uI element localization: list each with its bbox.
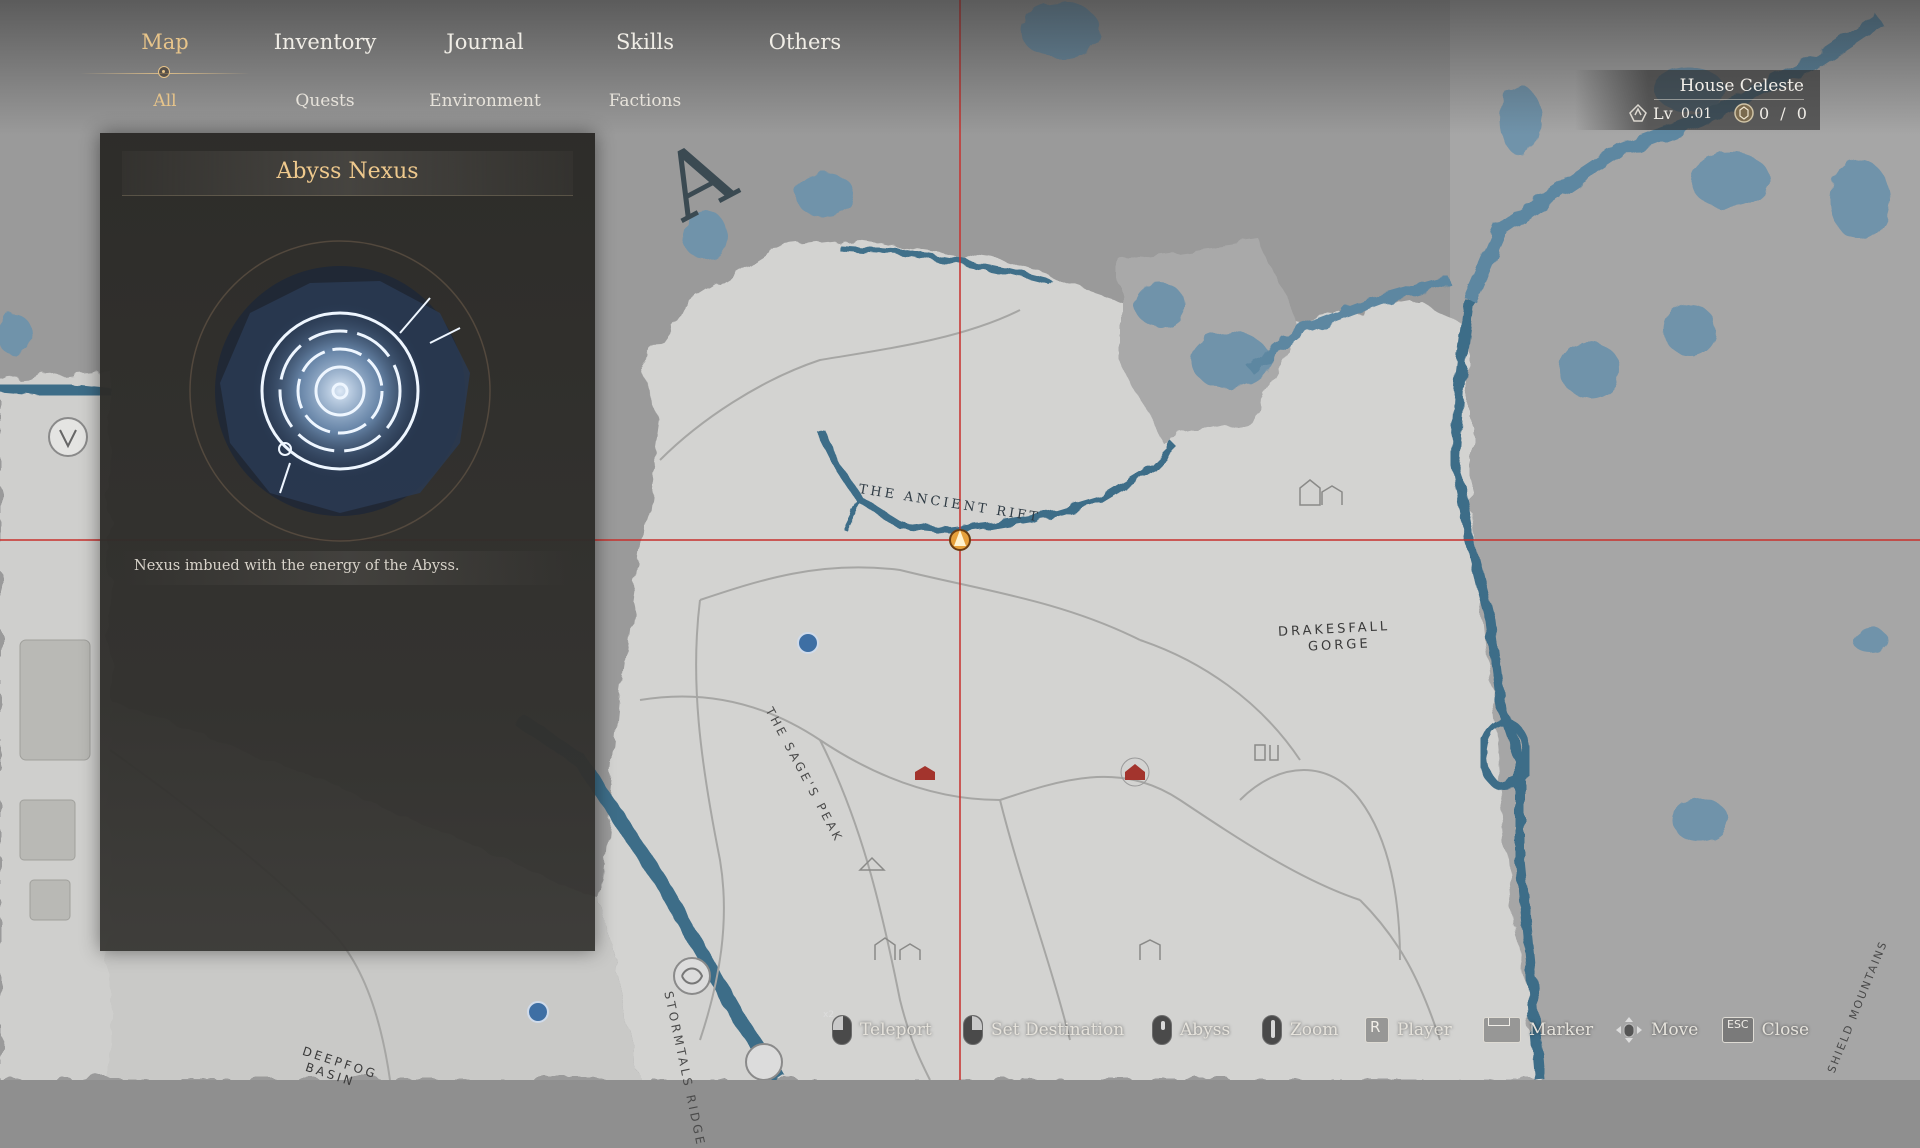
abyss-nexus-portal-icon [189, 240, 491, 542]
control-abyss[interactable]: Abyss [1152, 1010, 1230, 1050]
mouse-right-icon [963, 1015, 983, 1045]
space-key-icon [1483, 1017, 1521, 1043]
subtab-all[interactable]: All [153, 91, 176, 111]
subtab-environment[interactable]: Environment [429, 91, 541, 111]
control-label: Player [1397, 1020, 1452, 1040]
faction-shield-marker[interactable] [48, 417, 88, 457]
mouse-left-icon: x2 [823, 1010, 852, 1045]
mouse-move-icon [1616, 1017, 1642, 1043]
house-level-value: 0.01 [1681, 106, 1713, 122]
control-player[interactable]: R Player [1365, 1010, 1452, 1050]
r-key-icon: R [1365, 1017, 1389, 1043]
mouse-wheel-icon [1152, 1015, 1172, 1045]
house-info: House Celeste Lv 0.01 0 / 0 [1575, 70, 1820, 130]
house-level-icon [1629, 103, 1647, 122]
mouse-scroll-icon [1262, 1015, 1282, 1045]
control-label: Abyss [1180, 1020, 1231, 1040]
main-tabs: Map Inventory Journal Skills Others All … [0, 0, 900, 130]
house-level-label: Lv [1653, 104, 1673, 123]
teleport-marker[interactable] [745, 1043, 783, 1080]
control-close[interactable]: ESC Close [1722, 1010, 1809, 1050]
control-label: Teleport [860, 1020, 932, 1040]
control-zoom[interactable]: Zoom [1262, 1010, 1338, 1050]
control-label: Close [1761, 1020, 1810, 1040]
panel-description: Nexus imbued with the energy of the Abys… [134, 558, 460, 574]
blue-waypoint-marker[interactable] [527, 1001, 549, 1023]
control-label: Set Destination [991, 1020, 1125, 1040]
house-divider [1654, 99, 1804, 100]
house-reputation-icon [1734, 103, 1754, 123]
control-marker[interactable]: Marker [1483, 1010, 1593, 1050]
tab-map[interactable]: Map [141, 30, 188, 54]
control-label: Move [1651, 1020, 1699, 1040]
esc-key-icon: ESC [1722, 1017, 1754, 1043]
location-info-panel: Abyss Nexus Nexus imbued with the energy… [100, 133, 595, 951]
tab-skills[interactable]: Skills [616, 30, 674, 54]
subtab-quests[interactable]: Quests [295, 91, 354, 111]
blue-waypoint-marker[interactable] [797, 632, 819, 654]
teleport-marker[interactable] [673, 957, 711, 995]
tab-journal[interactable]: Journal [446, 30, 523, 54]
subtab-factions[interactable]: Factions [609, 91, 681, 111]
panel-title: Abyss Nexus [276, 159, 419, 184]
control-label: Zoom [1290, 1020, 1339, 1040]
abyss-nexus-marker[interactable] [949, 529, 971, 551]
control-hints: x2 Teleport Set Destination Abyss Zoom R… [820, 1010, 1920, 1050]
control-label: Marker [1529, 1020, 1594, 1040]
double-click-badge: x2 [823, 1010, 835, 1020]
control-set-destination[interactable]: Set Destination [963, 1010, 1124, 1050]
tab-others[interactable]: Others [769, 30, 841, 54]
house-reputation-value: 0 / 0 [1759, 104, 1807, 123]
tab-inventory[interactable]: Inventory [274, 30, 377, 54]
house-name: House Celeste [1679, 76, 1804, 96]
control-move[interactable]: Move [1615, 1010, 1698, 1050]
tab-active-indicator-icon [158, 66, 170, 78]
panel-header: Abyss Nexus [122, 151, 573, 196]
control-teleport[interactable]: x2 Teleport [823, 1010, 932, 1050]
